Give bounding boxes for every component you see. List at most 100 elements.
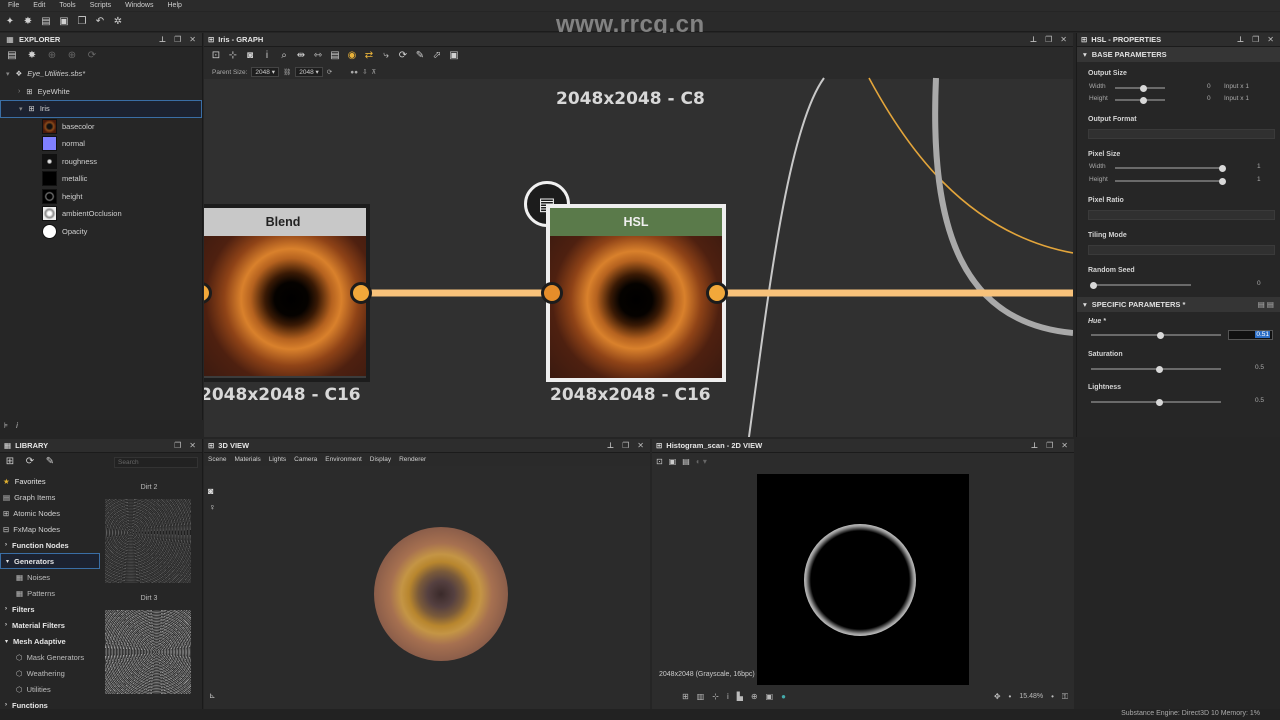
save-icon[interactable]: ▣: [669, 457, 677, 466]
sphere-icon[interactable]: ●: [781, 692, 786, 701]
graph-row-iris[interactable]: ▾ ⊞ Iris: [0, 100, 202, 118]
tree-icon[interactable]: ⊧: [4, 421, 8, 430]
light-icon[interactable]: ♀: [209, 502, 216, 512]
close-icon[interactable]: ✕: [189, 441, 196, 450]
refresh-icon[interactable]: ⟳: [86, 50, 98, 62]
copy-icon[interactable]: ▤: [682, 457, 690, 466]
save-all-icon[interactable]: ❐: [76, 16, 88, 28]
histogram-icon[interactable]: ▙: [737, 692, 743, 701]
presets-icon[interactable]: ▤ ▤: [1258, 300, 1280, 309]
library-item-generators[interactable]: ▾ Generators: [0, 553, 100, 569]
menu-camera[interactable]: Camera: [294, 456, 317, 463]
pixel-ratio-dropdown[interactable]: [1088, 210, 1275, 220]
output-row[interactable]: basecolor: [0, 118, 202, 136]
output-row[interactable]: normal: [0, 135, 202, 153]
menu-materials[interactable]: Materials: [234, 456, 260, 463]
menu-tools[interactable]: Tools: [59, 2, 75, 9]
float-icon[interactable]: ❐: [174, 441, 181, 450]
new-graph-icon[interactable]: ✸: [22, 16, 34, 28]
output-row[interactable]: ambientOcclusion: [0, 205, 202, 223]
move-icon[interactable]: ✥: [994, 692, 1001, 701]
pin-icon[interactable]: ⊥: [1031, 441, 1038, 450]
library-item-mask-generators[interactable]: ⬡ Mask Generators: [0, 649, 100, 665]
library-item-fxmap-nodes[interactable]: ⊟ FxMap Nodes: [0, 521, 100, 537]
height-input[interactable]: Input x 1: [1224, 95, 1249, 102]
output-format-dropdown[interactable]: [1088, 129, 1275, 139]
pin-icon[interactable]: ⊥: [1237, 35, 1244, 44]
refresh-icon[interactable]: ⟳: [24, 456, 36, 468]
slider-knob[interactable]: [1140, 84, 1147, 92]
menu-display[interactable]: Display: [370, 456, 391, 463]
library-item-patterns[interactable]: ▦ Patterns: [0, 585, 100, 601]
slider-knob[interactable]: [1156, 398, 1163, 406]
output-row[interactable]: roughness: [0, 153, 202, 171]
screenshot-icon[interactable]: ▣: [766, 692, 774, 701]
new-graph-icon[interactable]: ✸: [26, 50, 38, 62]
info-icon[interactable]: i: [16, 421, 18, 430]
tile-icon[interactable]: ⊞: [682, 692, 689, 701]
width-slider[interactable]: [1115, 84, 1165, 92]
pixel-width-slider[interactable]: [1115, 164, 1226, 172]
graph-row-eyewhite[interactable]: › ⊞ EyeWhite: [0, 83, 202, 101]
channel-icon[interactable]: ◐ ▾: [696, 457, 707, 466]
close-icon[interactable]: ✕: [189, 35, 196, 44]
library-item-weathering[interactable]: ⬡ Weathering: [0, 665, 100, 681]
slider-knob[interactable]: [1156, 365, 1163, 373]
filter-icon[interactable]: ⊞: [4, 456, 16, 468]
menu-scripts[interactable]: Scripts: [90, 2, 111, 9]
slider-knob[interactable]: [1219, 164, 1226, 172]
float-icon[interactable]: ❐: [1046, 441, 1053, 450]
menu-windows[interactable]: Windows: [125, 2, 153, 9]
hsl-output-pin[interactable]: [706, 282, 728, 304]
import-icon[interactable]: ⊕: [66, 50, 78, 62]
hue-slider[interactable]: [1091, 331, 1221, 339]
hue-value-field[interactable]: 0.51: [1228, 330, 1273, 340]
float-icon[interactable]: ❐: [622, 441, 629, 450]
library-item-mesh-adaptive[interactable]: ▾ Mesh Adaptive: [0, 633, 100, 649]
menu-renderer[interactable]: Renderer: [399, 456, 426, 463]
specific-parameters-section[interactable]: ▾ SPECIFIC PARAMETERS * ▤ ▤: [1077, 297, 1280, 312]
new-icon[interactable]: ▤: [6, 50, 18, 62]
undo-icon[interactable]: ↶: [94, 16, 106, 28]
base-parameters-section[interactable]: ▾ BASE PARAMETERS: [1077, 47, 1280, 62]
output-row[interactable]: metallic: [0, 170, 202, 188]
settings-icon[interactable]: ✲: [112, 16, 124, 28]
axis-icon[interactable]: ⊾: [209, 691, 216, 700]
library-item-material-filters[interactable]: › Material Filters: [0, 617, 100, 633]
blend-output-pin[interactable]: [350, 282, 372, 304]
float-icon[interactable]: ❐: [1252, 35, 1259, 44]
pin-icon[interactable]: ⊥: [159, 35, 166, 44]
camera-icon[interactable]: ◙: [208, 486, 213, 496]
slider-knob[interactable]: [1090, 281, 1097, 289]
library-item-utilities[interactable]: ⬡ Utilities: [0, 681, 100, 697]
library-item-function-nodes[interactable]: › Function Nodes: [0, 537, 100, 553]
fit-icon[interactable]: ⊡: [656, 457, 663, 466]
open-file-icon[interactable]: ▤: [40, 16, 52, 28]
library-item-noises[interactable]: ▦ Noises: [0, 569, 100, 585]
package-row[interactable]: ▾ ❖ Eye_Utilities.sbs*: [0, 65, 202, 83]
close-icon[interactable]: ✕: [1061, 441, 1068, 450]
thumb-dirt3[interactable]: [105, 610, 191, 694]
float-icon[interactable]: ❐: [174, 35, 181, 44]
saturation-slider[interactable]: [1091, 365, 1221, 373]
menu-lights[interactable]: Lights: [269, 456, 286, 463]
menu-scene[interactable]: Scene: [208, 456, 226, 463]
menu-file[interactable]: File: [8, 2, 19, 9]
select-icon[interactable]: ⊹: [712, 692, 719, 701]
height-slider[interactable]: [1115, 96, 1165, 104]
lightness-slider[interactable]: [1091, 398, 1221, 406]
output-row[interactable]: Opacity: [0, 223, 202, 241]
hsl-node[interactable]: HSL: [546, 204, 726, 382]
library-item-graph-items[interactable]: ▤ Graph Items: [0, 489, 100, 505]
picker-icon[interactable]: ⊕: [751, 692, 758, 701]
random-seed-slider[interactable]: [1090, 281, 1191, 289]
save-icon[interactable]: ▣: [58, 16, 70, 28]
menu-edit[interactable]: Edit: [33, 2, 45, 9]
library-item-filters[interactable]: › Filters: [0, 601, 100, 617]
slider-knob[interactable]: [1140, 96, 1147, 104]
menu-environment[interactable]: Environment: [325, 456, 362, 463]
library-item-atomic-nodes[interactable]: ⊞ Atomic Nodes: [0, 505, 100, 521]
library-item-favorites[interactable]: ★ Favorites: [0, 473, 100, 489]
close-icon[interactable]: ✕: [637, 441, 644, 450]
slider-knob[interactable]: [1157, 331, 1164, 339]
